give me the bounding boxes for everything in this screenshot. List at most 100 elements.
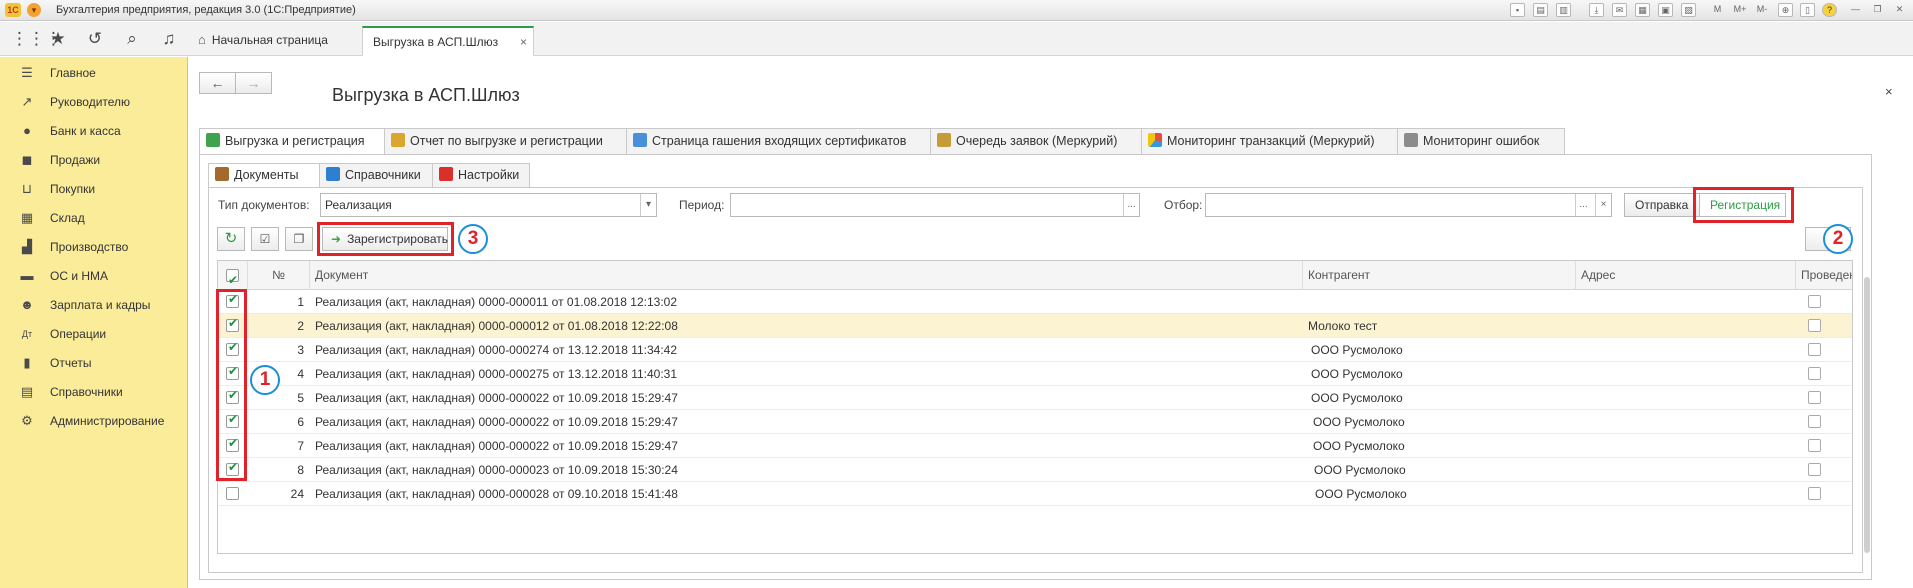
sidebar-item-purchases[interactable]: ⊔ Покупки bbox=[0, 174, 188, 204]
sidebar-item-main[interactable]: ☰ Главное bbox=[0, 58, 188, 88]
tab-certificate-redemption[interactable]: Страница гашения входящих сертификатов bbox=[626, 128, 931, 155]
table-row[interactable]: 8 Реализация (акт, накладная) 0000-000023… bbox=[218, 458, 1852, 482]
select-all-button[interactable]: ☑ bbox=[251, 227, 279, 251]
scroll-thumb[interactable] bbox=[1864, 277, 1870, 553]
memory-minus-button[interactable]: M- bbox=[1752, 3, 1772, 17]
sidebar: ☰ Главное ↗ Руководителю ● Банк и касса ◼ Пр… bbox=[0, 57, 188, 588]
table-row[interactable]: 7 Реализация (акт, накладная) 0000-000022… bbox=[218, 434, 1852, 458]
close-form-icon[interactable]: × bbox=[1885, 84, 1893, 99]
info-button[interactable]: ? bbox=[1822, 3, 1837, 17]
link-icon[interactable]: ⤓ bbox=[1589, 3, 1604, 17]
subtab-documents[interactable]: Документы bbox=[208, 163, 320, 188]
apps-grid-icon[interactable]: ⋮⋮⋮ bbox=[11, 28, 62, 50]
memory-plus-button[interactable]: M+ bbox=[1730, 3, 1750, 17]
table-row[interactable]: 24 Реализация (акт, накладная) 0000-00002… bbox=[218, 482, 1852, 506]
row-posted-checkbox[interactable] bbox=[1808, 463, 1821, 476]
copy-button[interactable]: ❐ bbox=[285, 227, 313, 251]
column-header-num[interactable]: № bbox=[248, 261, 310, 290]
sidebar-item-production[interactable]: ▟ Производство bbox=[0, 232, 188, 262]
bell-icon[interactable]: ♫ bbox=[158, 28, 180, 50]
column-header-document[interactable]: Документ bbox=[310, 261, 1303, 290]
row-partner: Молоко тест bbox=[1308, 319, 1378, 333]
tab-export-report[interactable]: Отчет по выгрузке и регистрации bbox=[384, 128, 627, 155]
sidebar-item-manager[interactable]: ↗ Руководителю bbox=[0, 87, 188, 117]
tab-home[interactable]: ⌂ Начальная страница bbox=[188, 26, 360, 56]
sidebar-item-payroll[interactable]: ☻ Зарплата и кадры bbox=[0, 290, 188, 320]
subtab-settings[interactable]: Настройки bbox=[432, 163, 530, 188]
chevron-down-icon[interactable]: ▾ bbox=[640, 194, 656, 216]
warehouse-icon: ▦ bbox=[20, 210, 34, 225]
table-row[interactable]: 6 Реализация (акт, накладная) 0000-000022… bbox=[218, 410, 1852, 434]
header-checkbox[interactable] bbox=[226, 266, 239, 290]
sidebar-item-reports[interactable]: ▮ Отчеты bbox=[0, 348, 188, 378]
preview-icon[interactable]: ▥ bbox=[1556, 3, 1571, 17]
row-document: Реализация (акт, накладная) 0000-000274 … bbox=[315, 343, 678, 357]
memory-button[interactable]: M bbox=[1710, 3, 1725, 17]
calculator-icon[interactable]: ▧ bbox=[1681, 3, 1696, 17]
tab-request-queue[interactable]: Очередь заявок (Меркурий) bbox=[930, 128, 1142, 155]
table-scrollbar[interactable] bbox=[1862, 261, 1874, 553]
close-window-button[interactable]: ✕ bbox=[1892, 3, 1907, 17]
row-posted-checkbox[interactable] bbox=[1808, 367, 1821, 380]
doc-type-field[interactable]: Реализация ▾ bbox=[320, 193, 657, 217]
row-posted-checkbox[interactable] bbox=[1808, 415, 1821, 428]
table-row[interactable]: 1 Реализация (акт, накладная) 0000-000011… bbox=[218, 290, 1852, 314]
filter-field[interactable]: ... × bbox=[1205, 193, 1612, 217]
row-posted-checkbox[interactable] bbox=[1808, 391, 1821, 404]
queue-icon bbox=[937, 133, 951, 147]
mail-icon[interactable]: ✉ bbox=[1612, 3, 1627, 17]
sidebar-item-admin[interactable]: ⚙ Администрирование bbox=[0, 406, 188, 436]
favorites-star-icon[interactable]: ★ bbox=[47, 28, 69, 50]
sidebar-item-operations[interactable]: Дт Операции bbox=[0, 319, 188, 349]
monitor-icon bbox=[1404, 133, 1418, 147]
row-posted-checkbox[interactable] bbox=[1808, 319, 1821, 332]
history-icon[interactable]: ↺ bbox=[84, 28, 106, 50]
tab-export-registration[interactable]: Выгрузка и регистрация bbox=[199, 128, 385, 155]
header-check-all[interactable] bbox=[218, 261, 248, 290]
row-posted-checkbox[interactable] bbox=[1808, 295, 1821, 308]
refresh-button[interactable]: ↻ bbox=[217, 227, 245, 251]
forward-button[interactable]: → bbox=[235, 72, 272, 94]
restore-button[interactable]: ❐ bbox=[1870, 3, 1885, 17]
table-row[interactable]: 2 Реализация (акт, накладная) 0000-000012… bbox=[218, 314, 1852, 338]
column-header-partner[interactable]: Контрагент bbox=[1303, 261, 1576, 290]
column-header-posted[interactable]: Проведен bbox=[1796, 261, 1852, 290]
filter-clear-button[interactable]: × bbox=[1595, 194, 1611, 216]
row-posted-checkbox[interactable] bbox=[1808, 487, 1821, 500]
close-tab-icon[interactable]: × bbox=[520, 28, 527, 56]
row-posted-checkbox[interactable] bbox=[1808, 343, 1821, 356]
calendar-icon[interactable]: ▣ bbox=[1658, 3, 1673, 17]
panel-icon[interactable]: ▯ bbox=[1800, 3, 1815, 17]
column-header-address[interactable]: Адрес bbox=[1576, 261, 1796, 290]
row-checkbox[interactable] bbox=[226, 487, 239, 500]
check-all-icon: ☑ bbox=[259, 232, 271, 246]
table-row[interactable]: 4Реализация (акт, накладная) 0000-000275… bbox=[218, 362, 1852, 386]
search-icon[interactable]: ⌕ bbox=[121, 28, 143, 50]
subtab-catalogs[interactable]: Справочники bbox=[319, 163, 433, 188]
sidebar-item-assets[interactable]: ▬ ОС и НМА bbox=[0, 261, 188, 291]
sidebar-item-sales[interactable]: ◼ Продажи bbox=[0, 145, 188, 175]
bar-chart-icon: ▮ bbox=[23, 355, 31, 370]
main-menu-icon[interactable]: ▾ bbox=[27, 3, 41, 17]
minimize-button[interactable]: — bbox=[1848, 3, 1863, 17]
zoom-icon[interactable]: ⊕ bbox=[1778, 3, 1793, 17]
period-field[interactable]: ... bbox=[730, 193, 1140, 217]
pie-chart-icon bbox=[1148, 133, 1162, 147]
back-button[interactable]: ← bbox=[199, 72, 236, 94]
tab-asp-gateway[interactable]: Выгрузка в АСП.Шлюз × bbox=[362, 26, 534, 56]
sidebar-item-warehouse[interactable]: ▦ Склад bbox=[0, 203, 188, 233]
table-row[interactable]: 3 Реализация (акт, накладная) 0000-000274… bbox=[218, 338, 1852, 362]
table-icon[interactable]: ▦ bbox=[1635, 3, 1650, 17]
period-select-button[interactable]: ... bbox=[1123, 194, 1139, 216]
export-icon bbox=[206, 133, 220, 147]
send-mode-button[interactable]: Отправка bbox=[1624, 193, 1700, 217]
tab-error-monitoring[interactable]: Мониторинг ошибок bbox=[1397, 128, 1565, 155]
sidebar-item-catalogs[interactable]: ▤ Справочники bbox=[0, 377, 188, 407]
print-icon[interactable]: ▤ bbox=[1533, 3, 1548, 17]
filter-select-button[interactable]: ... bbox=[1575, 194, 1591, 216]
save-icon[interactable]: ▪ bbox=[1510, 3, 1525, 17]
row-posted-checkbox[interactable] bbox=[1808, 439, 1821, 452]
table-row[interactable]: 5Реализация (акт, накладная) 0000-000022… bbox=[218, 386, 1852, 410]
sidebar-item-bank[interactable]: ● Банк и касса bbox=[0, 116, 188, 146]
tab-transaction-monitoring[interactable]: Мониторинг транзакций (Меркурий) bbox=[1141, 128, 1398, 155]
